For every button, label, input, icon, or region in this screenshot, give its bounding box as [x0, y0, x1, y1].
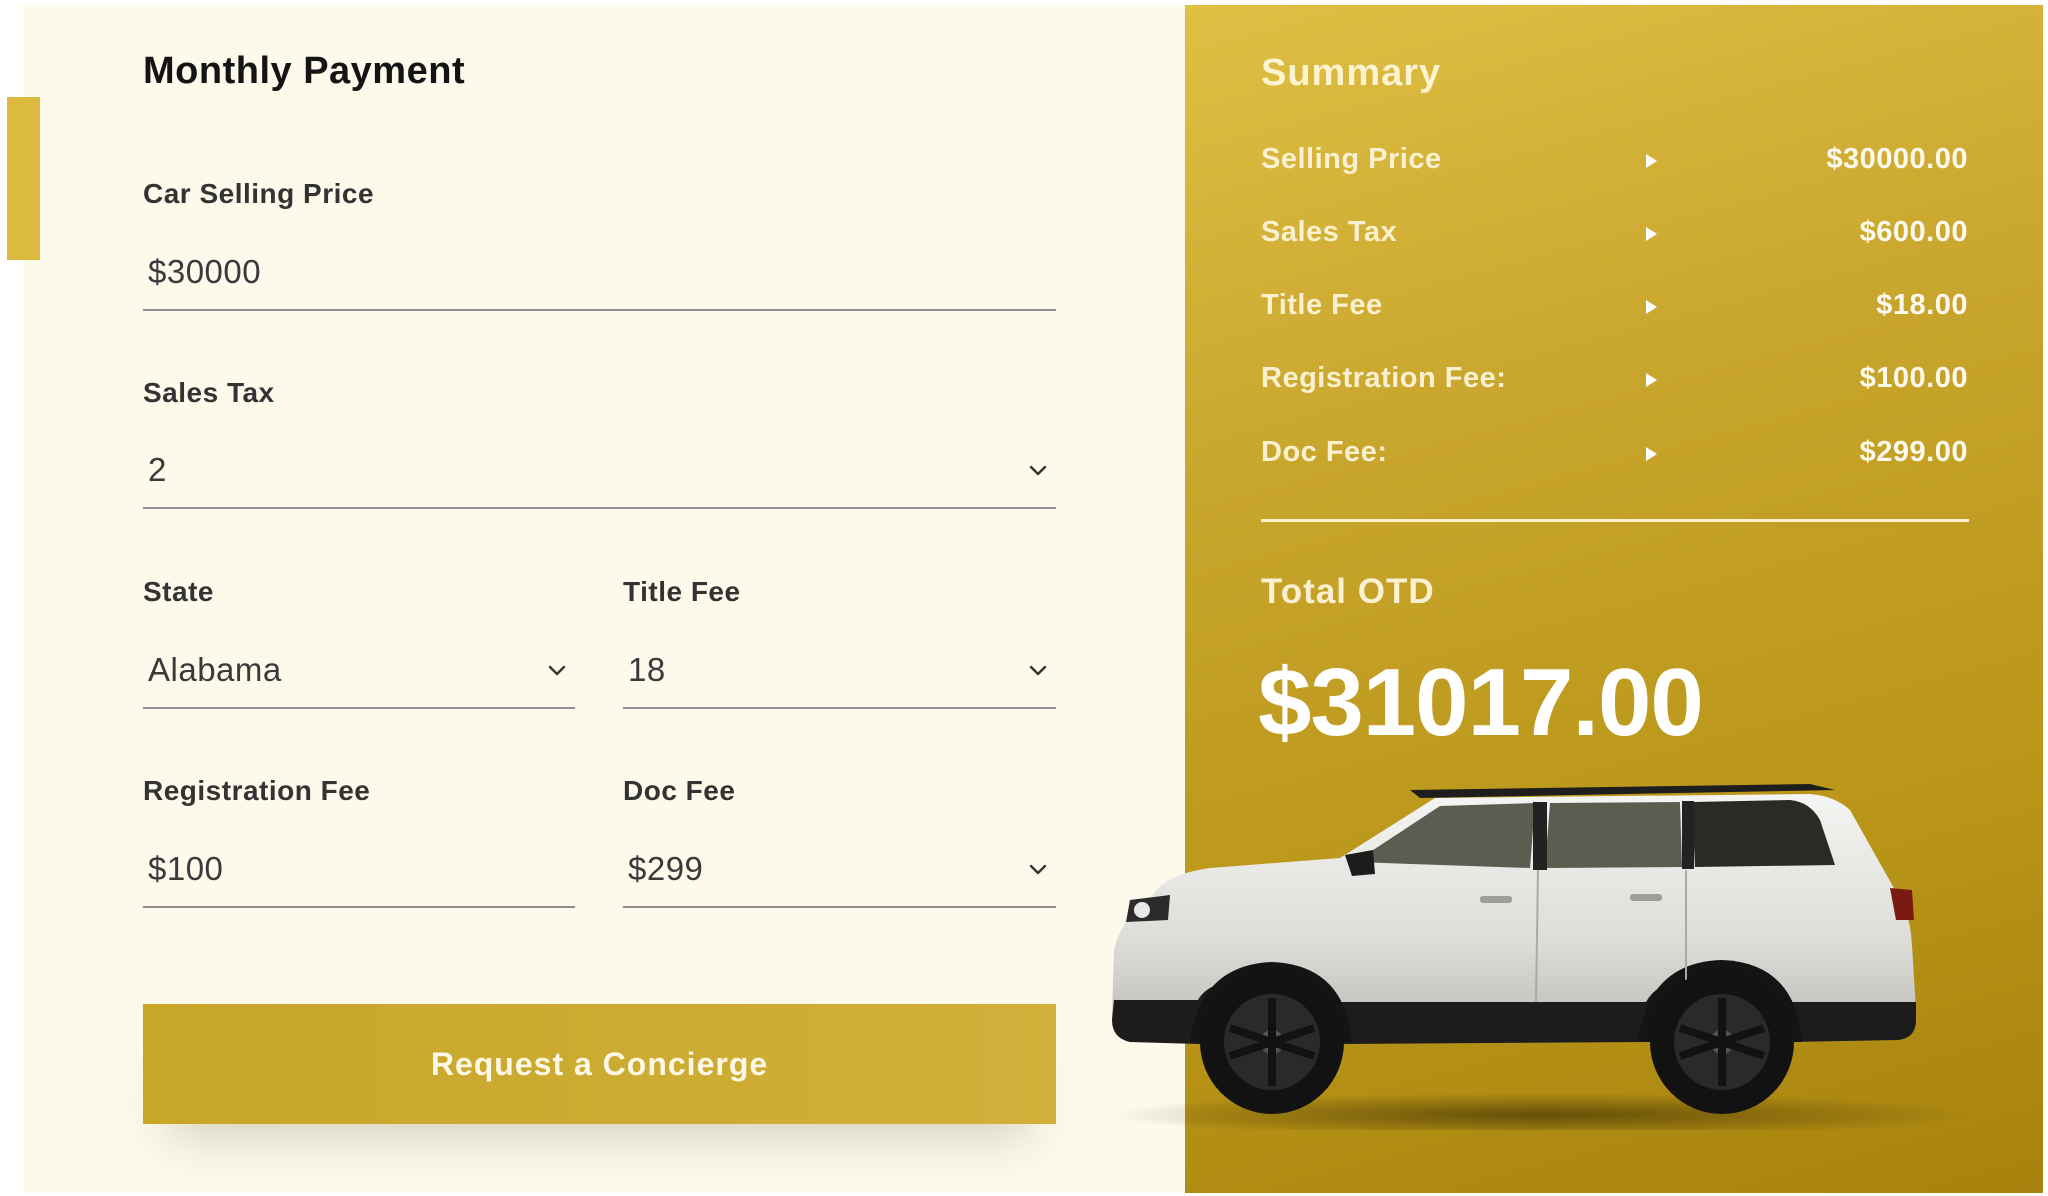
- triangle-right-icon: [1646, 373, 1657, 387]
- sales-tax-select[interactable]: 2: [143, 433, 1056, 509]
- summary-row-label: Registration Fee:: [1261, 362, 1507, 394]
- summary-row-value: $18.00: [1876, 289, 1968, 321]
- chevron-down-icon: [1029, 665, 1047, 676]
- summary-row-label: Title Fee: [1261, 289, 1383, 321]
- registration-fee-label: Registration Fee: [143, 775, 371, 806]
- accent-bar: [7, 97, 40, 260]
- summary-row-value: $600.00: [1859, 216, 1968, 248]
- sales-tax-label: Sales Tax: [143, 377, 275, 408]
- chevron-down-icon: [1029, 465, 1047, 476]
- summary-row-value: $100.00: [1859, 362, 1968, 394]
- page-title: Monthly Payment: [143, 50, 466, 92]
- registration-fee-value: $100: [148, 850, 224, 887]
- state-label: State: [143, 576, 214, 607]
- doc-fee-label: Doc Fee: [623, 775, 736, 806]
- suv-image: [1110, 784, 1970, 1130]
- car-selling-price-input[interactable]: $30000: [143, 235, 1056, 311]
- triangle-right-icon: [1646, 227, 1657, 241]
- car-selling-price-label: Car Selling Price: [143, 178, 375, 209]
- triangle-right-icon: [1646, 447, 1657, 461]
- summary-row-value: $299.00: [1859, 436, 1968, 468]
- request-concierge-label: Request a Concierge: [430, 1045, 769, 1082]
- total-otd-value: $31017.00: [1258, 649, 1704, 756]
- doc-fee-value: $299: [628, 850, 704, 887]
- summary-row-label: Doc Fee:: [1261, 436, 1388, 468]
- summary-row-label: Selling Price: [1261, 143, 1442, 175]
- registration-fee-input[interactable]: $100: [143, 832, 575, 908]
- title-fee-select[interactable]: 18: [623, 633, 1056, 709]
- title-fee-label: Title Fee: [623, 576, 741, 607]
- chevron-down-icon: [1029, 864, 1047, 875]
- triangle-right-icon: [1646, 154, 1657, 168]
- state-select[interactable]: Alabama: [143, 633, 575, 709]
- triangle-right-icon: [1646, 300, 1657, 314]
- summary-row-label: Sales Tax: [1261, 216, 1398, 248]
- doc-fee-select[interactable]: $299: [623, 832, 1056, 908]
- summary-row-value: $30000.00: [1826, 143, 1968, 175]
- payment-calculator: Monthly Payment Car Selling Price $30000…: [0, 0, 2048, 1196]
- summary-divider: [1261, 519, 1969, 522]
- total-otd-label: Total OTD: [1261, 572, 1435, 611]
- chevron-down-icon: [548, 665, 566, 676]
- sales-tax-value: 2: [148, 451, 167, 488]
- car-selling-price-value: $30000: [148, 253, 262, 290]
- state-value: Alabama: [148, 651, 282, 688]
- request-concierge-button[interactable]: Request a Concierge: [143, 1004, 1056, 1124]
- title-fee-value: 18: [628, 651, 666, 688]
- summary-title: Summary: [1261, 52, 1442, 94]
